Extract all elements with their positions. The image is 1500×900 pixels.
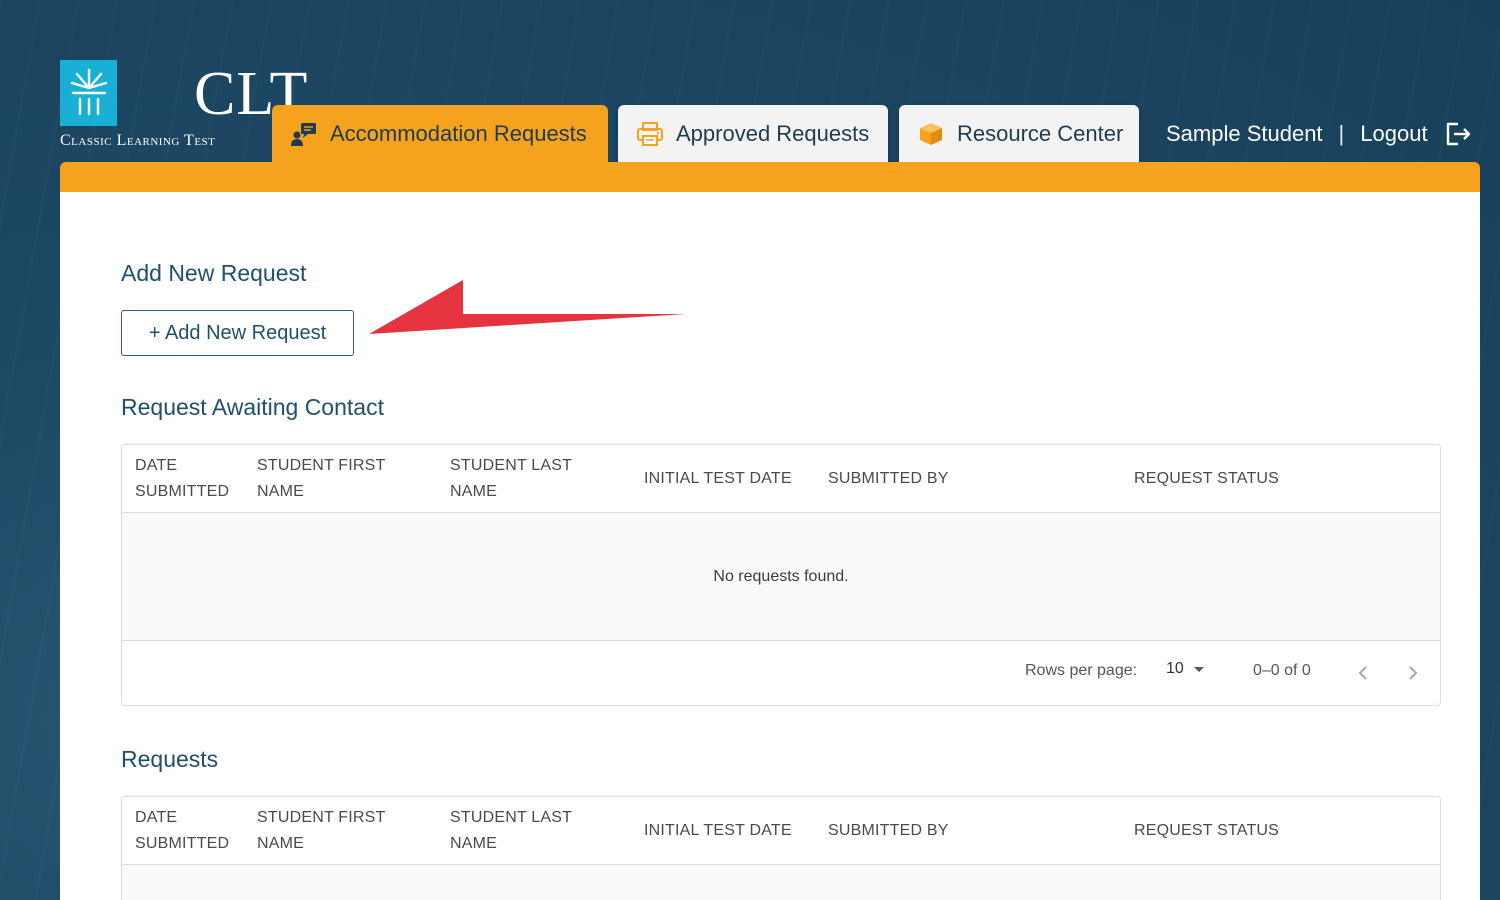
tab-label: Accommodation Requests — [330, 121, 587, 146]
column-header-date-submitted[interactable]: DATE SUBMITTED — [135, 445, 245, 513]
rows-per-page-value: 10 — [1166, 660, 1184, 677]
tab-label: Approved Requests — [676, 121, 870, 146]
awaiting-contact-heading: Request Awaiting Contact — [121, 394, 384, 420]
chevron-right-icon — [1409, 666, 1418, 680]
table-header: DATE SUBMITTED STUDENT FIRST NAME STUDEN… — [122, 445, 1440, 513]
red-arrow-annotation — [369, 280, 686, 334]
rows-per-page-label: Rows per page: — [1025, 662, 1138, 679]
column-header-date-submitted[interactable]: DATE SUBMITTED — [135, 797, 245, 865]
tab-approved-requests[interactable]: Approved Requests — [618, 105, 888, 163]
user-name-link[interactable]: Sample Student — [1166, 121, 1323, 147]
next-page-button[interactable] — [1401, 661, 1425, 685]
tab-resource-center[interactable]: Resource Center — [899, 105, 1139, 163]
previous-page-button[interactable] — [1351, 661, 1375, 685]
tab-accommodation-requests[interactable]: Accommodation Requests — [272, 105, 608, 163]
column-header-initial-test-date[interactable]: INITIAL TEST DATE — [644, 797, 814, 865]
user-separator: | — [1338, 121, 1345, 146]
tab-label: Resource Center — [957, 121, 1124, 146]
tab-accent-bar — [60, 162, 1480, 192]
logo-emblem-icon — [60, 60, 117, 126]
empty-state-text: No requests found. — [713, 567, 849, 585]
column-header-student-last-name[interactable]: STUDENT LAST NAME — [450, 445, 620, 513]
user-bar: Sample Student | Logout — [1166, 116, 1472, 152]
printer-icon — [636, 121, 664, 147]
table-pagination: Rows per page: 10 0–0 of 0 — [122, 641, 1440, 705]
awaiting-contact-table: DATE SUBMITTED STUDENT FIRST NAME STUDEN… — [121, 444, 1441, 706]
table-body — [122, 865, 1440, 900]
column-header-student-first-name[interactable]: STUDENT FIRST NAME — [257, 797, 427, 865]
add-new-request-button[interactable]: + Add New Request — [121, 310, 354, 356]
chevron-left-icon — [1358, 666, 1367, 680]
clt-logo[interactable]: CLT Classic Learning Test — [60, 60, 307, 152]
chat-person-icon — [290, 121, 318, 147]
column-header-student-first-name[interactable]: STUDENT FIRST NAME — [257, 445, 427, 513]
column-header-student-last-name[interactable]: STUDENT LAST NAME — [450, 797, 620, 865]
empty-state-row: No requests found. — [122, 513, 1440, 641]
pagination-range: 0–0 of 0 — [1253, 662, 1311, 679]
requests-heading: Requests — [121, 746, 219, 772]
logout-icon[interactable] — [1444, 121, 1472, 147]
column-header-initial-test-date[interactable]: INITIAL TEST DATE — [644, 445, 814, 513]
column-header-submitted-by[interactable]: SUBMITTED BY — [828, 445, 1028, 513]
column-header-request-status[interactable]: REQUEST STATUS — [1134, 797, 1334, 865]
caret-down-icon — [1193, 666, 1204, 672]
box-icon — [917, 121, 945, 147]
logo-subtitle: Classic Learning Test — [60, 132, 216, 149]
column-header-request-status[interactable]: REQUEST STATUS — [1134, 445, 1334, 513]
logout-link[interactable]: Logout — [1360, 121, 1427, 147]
add-request-heading: Add New Request — [121, 260, 307, 286]
rows-per-page-select[interactable]: 10 — [1166, 660, 1204, 678]
column-header-submitted-by[interactable]: SUBMITTED BY — [828, 797, 1028, 865]
main-panel: Add New Request + Add New Request Reques… — [60, 192, 1480, 900]
requests-table: DATE SUBMITTED STUDENT FIRST NAME STUDEN… — [121, 796, 1441, 900]
table-header: DATE SUBMITTED STUDENT FIRST NAME STUDEN… — [122, 797, 1440, 865]
